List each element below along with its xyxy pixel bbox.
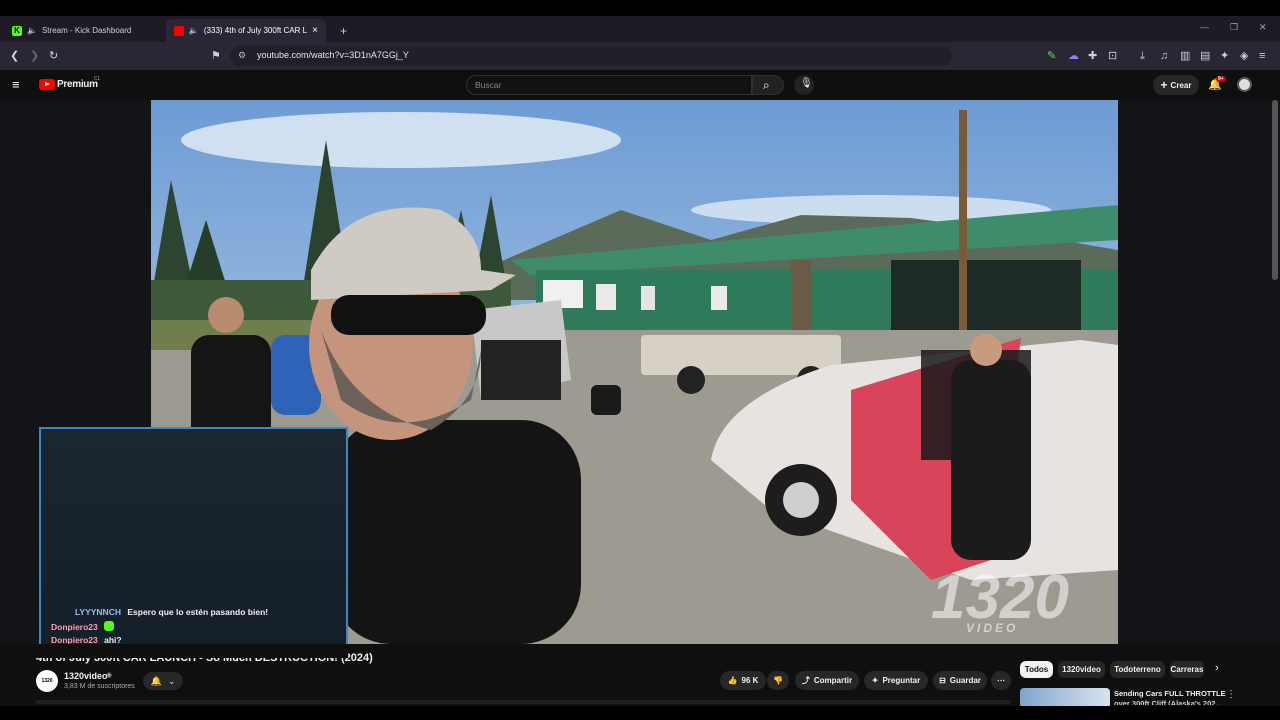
recommendation-subtitle[interactable]: over 300ft Cliff (Alaska's 202... bbox=[1114, 699, 1222, 705]
chat-username: Donpiero23 bbox=[51, 622, 98, 632]
stream-chat-overlay: LYYYNNCH Espero que lo estén pasando bie… bbox=[39, 427, 348, 658]
extension-leaf-icon[interactable]: ✎ bbox=[1047, 49, 1056, 63]
menu-icon[interactable]: ≡ bbox=[1259, 49, 1265, 63]
kick-logo-icon: K bbox=[12, 25, 22, 36]
chat-message: LYYYNNCH Espero que lo estén pasando bie… bbox=[75, 607, 268, 617]
sparkle-icon: ✦ bbox=[871, 676, 879, 685]
more-actions-button[interactable]: ⋯ bbox=[991, 671, 1011, 690]
dislike-button[interactable]: 👎 bbox=[767, 671, 789, 690]
tab-kick-dashboard[interactable]: K 🔈 Stream - Kick Dashboard bbox=[4, 19, 164, 42]
close-window-icon[interactable]: ✕ bbox=[1259, 22, 1267, 33]
subscriber-count: 3,83 M de suscriptores bbox=[64, 683, 135, 690]
bottom-strip bbox=[0, 706, 1280, 720]
verified-icon: ◉ bbox=[106, 672, 113, 679]
save-label: Guardar bbox=[949, 676, 981, 685]
player-right-area bbox=[1118, 100, 1280, 644]
search-button[interactable]: ⌕ bbox=[752, 75, 784, 95]
speaker-icon: 🔈 bbox=[188, 26, 199, 35]
chip-1320video[interactable]: 1320video bbox=[1058, 661, 1105, 678]
extension-cloud-icon[interactable]: ☁ bbox=[1068, 49, 1079, 63]
bookmark-save-icon: ⊟ bbox=[939, 676, 946, 685]
thumbs-down-icon: 👎 bbox=[773, 676, 783, 685]
subscription-bell-button[interactable]: 🔔 ⌄ bbox=[143, 672, 183, 690]
chevron-right-icon[interactable]: › bbox=[1215, 662, 1219, 674]
youtube-favicon-icon bbox=[174, 25, 184, 36]
bookmark-icon[interactable]: ⚑ bbox=[211, 49, 221, 63]
ask-button[interactable]: ✦ Preguntar bbox=[864, 671, 928, 690]
chat-text: Espero que lo estén pasando bien! bbox=[127, 607, 269, 617]
wallet-icon[interactable]: ▤ bbox=[1200, 49, 1210, 63]
vpn-icon[interactable]: ◈ bbox=[1240, 49, 1248, 63]
tab-label: Stream - Kick Dashboard bbox=[41, 26, 132, 35]
chevron-down-icon: ⌄ bbox=[167, 675, 176, 686]
recommendation-thumbnail[interactable] bbox=[1020, 688, 1110, 708]
back-icon[interactable]: ❮ bbox=[10, 49, 19, 63]
reload-icon[interactable]: ↻ bbox=[49, 49, 58, 63]
youtube-logo-icon[interactable] bbox=[39, 79, 55, 90]
screenshot-icon[interactable]: ⊡ bbox=[1108, 49, 1117, 63]
like-count: 96 K bbox=[741, 676, 759, 685]
share-button[interactable]: ⤴ Compartir bbox=[795, 671, 859, 690]
chip-todoterreno[interactable]: Todoterreno bbox=[1110, 661, 1165, 678]
page-scrollbar[interactable] bbox=[1272, 100, 1278, 280]
share-label: Compartir bbox=[813, 676, 853, 685]
speaker-icon: 🔈 bbox=[27, 26, 37, 35]
save-button[interactable]: ⊟ Guardar bbox=[933, 671, 987, 690]
search-icon: ⌕ bbox=[763, 78, 770, 92]
extensions-icon[interactable]: ✚ bbox=[1088, 49, 1097, 63]
chip-todos[interactable]: Todos bbox=[1020, 661, 1053, 678]
restore-icon[interactable]: ❐ bbox=[1230, 22, 1238, 33]
new-tab-button[interactable]: + bbox=[332, 19, 355, 42]
notification-count-badge: 9+ bbox=[1216, 76, 1226, 82]
chat-overlay-occluder bbox=[36, 644, 348, 658]
hamburger-menu-icon[interactable]: ≡ bbox=[12, 77, 20, 92]
plus-icon: + bbox=[1160, 78, 1168, 92]
microphone-icon: 🎙 bbox=[800, 78, 813, 89]
like-button[interactable]: 👍 96 K bbox=[720, 671, 766, 690]
close-tab-icon[interactable]: × bbox=[312, 25, 318, 36]
more-icon: ⋯ bbox=[997, 676, 1005, 685]
recommendation-menu-icon[interactable]: ⋮ bbox=[1226, 689, 1236, 700]
download-icon[interactable]: ⤓ bbox=[1140, 49, 1145, 63]
sidebar-icon[interactable]: ▥ bbox=[1180, 49, 1190, 63]
video-watermark-sub: VIDEO bbox=[966, 621, 1018, 635]
share-icon: ⤴ bbox=[801, 676, 810, 685]
chip-carreras[interactable]: Carreras bbox=[1170, 661, 1204, 678]
music-icon[interactable]: ♫ bbox=[1160, 49, 1168, 63]
minimize-icon[interactable]: — bbox=[1200, 22, 1209, 32]
ask-label: Preguntar bbox=[882, 676, 921, 685]
tab-label: (333) 4th of July 300ft CAR LA bbox=[203, 26, 308, 35]
bell-icon: 🔔 bbox=[150, 675, 162, 686]
window-top-strip bbox=[0, 0, 1280, 16]
youtube-logo-text[interactable]: Premium bbox=[57, 79, 98, 90]
description-area bbox=[36, 700, 1011, 704]
search-input[interactable]: Buscar bbox=[466, 75, 752, 95]
tab-youtube-video[interactable]: 🔈 (333) 4th of July 300ft CAR LA × bbox=[166, 19, 326, 42]
create-label: Crear bbox=[1170, 80, 1192, 90]
recommendation-title[interactable]: Sending Cars FULL THROTTLE bbox=[1114, 689, 1226, 698]
forward-icon[interactable]: ❯ bbox=[30, 49, 39, 63]
leo-ai-icon[interactable]: ✦ bbox=[1220, 49, 1229, 63]
kick-emote-icon bbox=[104, 621, 115, 631]
chat-message: Donpiero23 bbox=[51, 621, 115, 632]
browser-tab-bar: K 🔈 Stream - Kick Dashboard 🔈 (333) 4th … bbox=[0, 16, 1280, 42]
chat-username: LYYYNNCH bbox=[75, 607, 121, 617]
site-settings-icon[interactable]: ⚙ bbox=[238, 50, 246, 61]
avatar[interactable] bbox=[1237, 77, 1252, 92]
url-text[interactable]: youtube.com/watch?v=3D1nA7GGj_Y bbox=[257, 50, 409, 60]
region-code: CL bbox=[94, 76, 101, 82]
channel-name[interactable]: 1320video bbox=[64, 671, 108, 681]
thumbs-up-icon: 👍 bbox=[727, 676, 738, 685]
create-button[interactable]: + Crear bbox=[1153, 75, 1199, 95]
voice-search-button[interactable]: 🎙 bbox=[794, 75, 814, 95]
channel-avatar[interactable]: 1320 bbox=[36, 670, 58, 692]
